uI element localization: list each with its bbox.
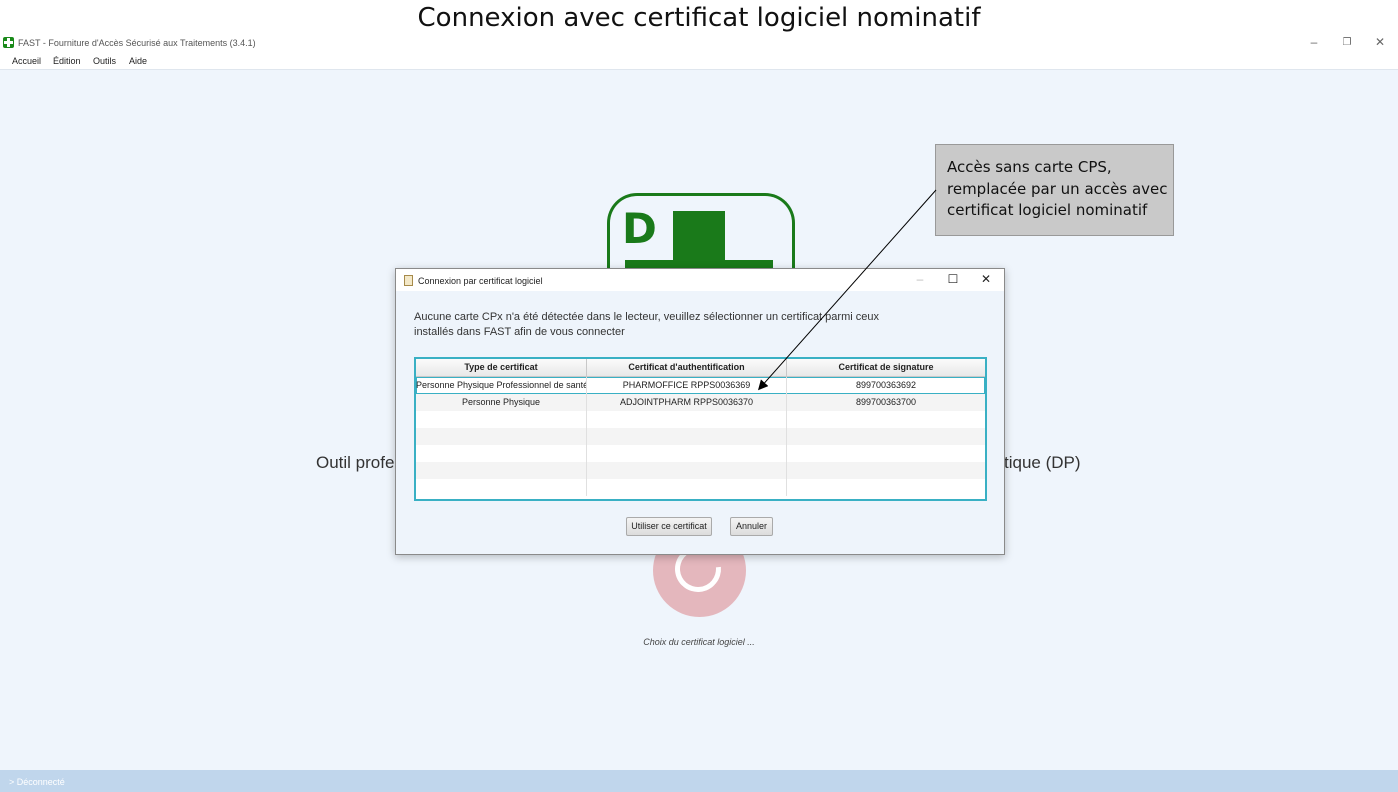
callout-line1: Accès sans carte CPS, <box>947 158 1112 176</box>
dialog-titlebar: Connexion par certificat logiciel – ☐ ✕ <box>396 269 1004 291</box>
cell-auth: PHARMOFFICE RPPS0036369 <box>587 377 787 394</box>
empty-row <box>416 445 985 462</box>
dialog-message-line2: installés dans FAST afin de vous connect… <box>414 326 625 338</box>
close-icon[interactable]: ✕ <box>1368 35 1392 49</box>
column-header-signature[interactable]: Certificat de signature <box>787 359 985 376</box>
callout-line2: remplacée par un accès avec <box>947 179 1168 198</box>
menu-aide[interactable]: Aide <box>129 56 147 66</box>
column-header-auth[interactable]: Certificat d'authentification <box>587 359 787 376</box>
app-titlebar: FAST - Fourniture d'Accès Sécurisé aux T… <box>0 34 1398 53</box>
table-header: Type de certificat Certificat d'authenti… <box>416 359 985 377</box>
background-text-left: Outil profe <box>316 453 395 472</box>
choice-label: Choix du certificat logiciel ... <box>643 637 755 647</box>
fast-app-icon <box>3 37 14 48</box>
cell-auth: ADJOINTPHARM RPPS0036370 <box>587 394 787 411</box>
connection-status: > Déconnecté <box>9 777 65 787</box>
certificate-icon <box>404 275 413 286</box>
restore-icon[interactable]: ❐ <box>1335 37 1359 48</box>
callout-note: Accès sans carte CPS, remplacée par un a… <box>935 144 1174 236</box>
certificate-dialog: Connexion par certificat logiciel – ☐ ✕ … <box>395 268 1005 555</box>
menu-accueil[interactable]: Accueil <box>12 56 41 66</box>
use-certificate-button[interactable]: Utiliser ce certificat <box>626 517 712 536</box>
cancel-button[interactable]: Annuler <box>730 517 773 536</box>
cell-signature: 899700363692 <box>855 380 917 390</box>
cell-type: Personne Physique <box>416 394 587 411</box>
dialog-maximize-icon[interactable]: ☐ <box>943 272 963 286</box>
cell-type: Personne Physique Professionnel de santé <box>416 377 587 394</box>
certificate-table: Type de certificat Certificat d'authenti… <box>414 357 987 501</box>
cell-signature: 899700363700 <box>855 397 917 407</box>
menu-edition[interactable]: Édition <box>53 56 81 66</box>
empty-row <box>416 462 985 479</box>
table-row[interactable]: Personne Physique ADJOINTPHARM RPPS00363… <box>416 394 985 411</box>
dialog-message: Aucune carte CPx n'a été détectée dans l… <box>414 310 894 340</box>
empty-row <box>416 411 985 428</box>
menu-bar: Accueil Édition Outils Aide <box>0 53 1398 70</box>
dialog-close-icon[interactable]: ✕ <box>976 272 996 286</box>
empty-row <box>416 428 985 445</box>
dp-logo-letter: D <box>622 204 657 253</box>
slide-title: Connexion avec certificat logiciel nomin… <box>417 3 981 33</box>
dialog-title: Connexion par certificat logiciel <box>418 276 543 286</box>
dialog-message-line1: Aucune carte CPx n'a été détectée dans l… <box>414 311 879 323</box>
column-header-type[interactable]: Type de certificat <box>416 359 587 376</box>
table-row[interactable]: Personne Physique Professionnel de santé… <box>416 377 985 394</box>
status-bar: > Déconnecté <box>0 770 1398 792</box>
menu-outils[interactable]: Outils <box>93 56 116 66</box>
callout-line3: certificat logiciel nominatif <box>947 201 1148 219</box>
dialog-minimize-icon[interactable]: – <box>910 272 930 286</box>
app-title: FAST - Fourniture d'Accès Sécurisé aux T… <box>18 38 256 48</box>
minimize-icon[interactable]: – <box>1302 35 1326 49</box>
background-text-right: tique (DP) <box>1004 453 1081 472</box>
empty-row <box>416 479 985 496</box>
